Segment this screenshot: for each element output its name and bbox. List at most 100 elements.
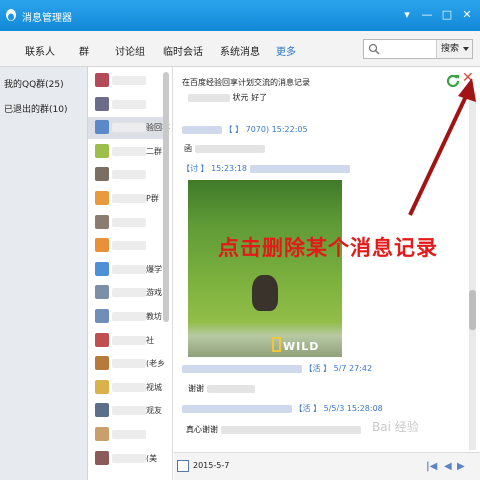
group-name-label: (美 bbox=[146, 453, 158, 463]
group-list-item[interactable]: 二群 bbox=[88, 141, 168, 163]
group-list-item[interactable]: P群 bbox=[88, 188, 168, 210]
group-name-blurred bbox=[112, 241, 146, 251]
group-name-blurred bbox=[112, 264, 146, 274]
search-button-label: 搜索 bbox=[441, 44, 460, 54]
maximize-button[interactable]: □ bbox=[440, 8, 454, 22]
group-list-item[interactable]: 观友 bbox=[88, 400, 168, 422]
group-name-blurred bbox=[112, 170, 146, 180]
group-list-item[interactable]: 游戏 bbox=[88, 282, 168, 304]
calendar-icon[interactable] bbox=[177, 460, 189, 472]
title-bar: 消息管理器 ▾ — □ ✕ bbox=[0, 0, 480, 31]
first-page-icon[interactable]: |◀ bbox=[426, 461, 437, 472]
group-name-blurred bbox=[112, 453, 146, 463]
group-avatar-icon bbox=[95, 261, 109, 276]
group-list-item[interactable]: (美 bbox=[88, 448, 168, 470]
group-list-item[interactable] bbox=[88, 94, 168, 116]
message-text: 真心谢谢 bbox=[186, 425, 218, 434]
tab-contacts[interactable]: 联系人 bbox=[25, 43, 55, 58]
tab-discussions[interactable]: 讨论组 bbox=[115, 43, 145, 58]
message-meta-text: 【活 】 5/5/3 15:28:08 bbox=[294, 404, 383, 413]
group-list-item[interactable] bbox=[88, 212, 168, 234]
nav-my-groups[interactable]: 我的QQ群(25) bbox=[4, 77, 64, 90]
message-line: 状元 好了 bbox=[188, 92, 267, 103]
group-avatar-icon bbox=[95, 427, 109, 441]
message-meta-text: 【讨 】 15:23:18 bbox=[182, 164, 248, 173]
group-list-item[interactable] bbox=[88, 235, 168, 257]
nav-exited-groups[interactable]: 已退出的群(10) bbox=[4, 102, 67, 115]
group-list-item[interactable]: 社 bbox=[88, 330, 168, 352]
group-name-blurred bbox=[112, 194, 146, 203]
window-title: 消息管理器 bbox=[22, 13, 72, 24]
shared-photo[interactable] bbox=[188, 180, 342, 357]
group-name-label: 视城 bbox=[146, 382, 162, 392]
left-nav: 我的QQ群(25) 已退出的群(10) bbox=[0, 67, 88, 480]
group-avatar-icon bbox=[95, 191, 109, 205]
group-name-label: 社 bbox=[146, 335, 154, 345]
group-avatar-icon bbox=[95, 96, 109, 111]
group-avatar-icon bbox=[95, 379, 109, 394]
search-icon bbox=[368, 43, 380, 55]
group-avatar-icon bbox=[95, 143, 109, 158]
group-avatar-icon bbox=[95, 214, 109, 229]
annotation-text: 点击删除某个消息记录 bbox=[218, 236, 438, 260]
prev-page-icon[interactable]: ◀ bbox=[444, 461, 452, 472]
group-name-blurred bbox=[112, 406, 146, 416]
group-list-item[interactable] bbox=[88, 164, 168, 186]
message-text: 状元 好了 bbox=[232, 93, 268, 102]
dropdown-icon[interactable]: ▾ bbox=[400, 8, 414, 22]
next-page-icon[interactable]: ▶ bbox=[457, 461, 465, 472]
message-meta: 【活 】 5/5/3 15:28:08 bbox=[182, 403, 383, 414]
group-avatar-icon bbox=[95, 332, 109, 347]
group-list-scrollbar[interactable] bbox=[163, 72, 169, 322]
message-meta-text: 【活 】 5/7 27:42 bbox=[304, 364, 373, 373]
group-name-label: 二群 bbox=[146, 146, 162, 156]
group-name-blurred bbox=[112, 76, 146, 85]
message-line: 谢谢 bbox=[188, 383, 255, 394]
tab-system-messages[interactable]: 系统消息 bbox=[220, 43, 260, 58]
group-name-label: 观友 bbox=[146, 406, 162, 416]
close-button[interactable]: ✕ bbox=[460, 8, 474, 22]
date-bar: 2015-5-7 |◀ ◀ ▶ bbox=[174, 452, 480, 480]
search-button[interactable]: 搜索 bbox=[436, 40, 472, 58]
group-list-item[interactable] bbox=[88, 424, 168, 446]
message-line: 函 bbox=[184, 143, 265, 154]
search-box[interactable]: 搜索 bbox=[363, 39, 473, 59]
group-avatar-icon bbox=[95, 309, 109, 323]
message-meta: 【 】 7070) 15:22:05 bbox=[182, 124, 308, 135]
group-name-blurred bbox=[112, 312, 146, 321]
group-name-blurred bbox=[112, 382, 146, 392]
group-name-blurred bbox=[112, 123, 146, 133]
tab-groups[interactable]: 群 bbox=[79, 43, 89, 58]
group-list-item[interactable]: 教坊 bbox=[88, 306, 168, 328]
photo-caption: WILD bbox=[283, 340, 320, 353]
message-header: 在百度经验回享计划交流的消息记录 bbox=[182, 78, 310, 87]
group-list-item[interactable] bbox=[88, 70, 168, 92]
message-meta: 【讨 】 15:23:18 bbox=[182, 163, 350, 174]
group-avatar-icon bbox=[95, 356, 109, 371]
scrollbar-thumb[interactable] bbox=[469, 290, 476, 330]
message-text: 函 bbox=[184, 144, 192, 153]
group-list-item[interactable]: 验回享 bbox=[88, 117, 170, 140]
message-line: 真心谢谢 bbox=[186, 424, 361, 435]
group-name-label: P群 bbox=[146, 194, 159, 203]
group-avatar-icon bbox=[95, 403, 109, 418]
minimize-button[interactable]: — bbox=[420, 8, 434, 22]
group-list-item[interactable]: (老乡 bbox=[88, 353, 168, 375]
toolbar: 联系人 群 讨论组 临时会话 系统消息 更多 搜索 bbox=[0, 31, 480, 67]
group-name-label: (老乡 bbox=[146, 359, 166, 369]
tab-temp-sessions[interactable]: 临时会话 bbox=[163, 43, 203, 58]
photo-bird bbox=[252, 275, 278, 311]
date-label: 2015-5-7 bbox=[193, 461, 230, 470]
tab-more[interactable]: 更多 bbox=[276, 43, 296, 58]
group-avatar-icon bbox=[95, 285, 109, 300]
watermark: Bai 经验 bbox=[372, 420, 419, 434]
nat-geo-logo bbox=[272, 337, 281, 352]
group-list-item[interactable]: 爆学 bbox=[88, 259, 168, 281]
group-avatar-icon bbox=[95, 450, 109, 465]
group-avatar-icon bbox=[95, 167, 109, 182]
group-list-item[interactable]: 视城 bbox=[88, 377, 168, 399]
group-name-blurred bbox=[112, 359, 146, 369]
group-name-blurred bbox=[112, 99, 146, 109]
group-name-label: 爆学 bbox=[146, 264, 162, 274]
annotation-arrow bbox=[408, 78, 476, 216]
